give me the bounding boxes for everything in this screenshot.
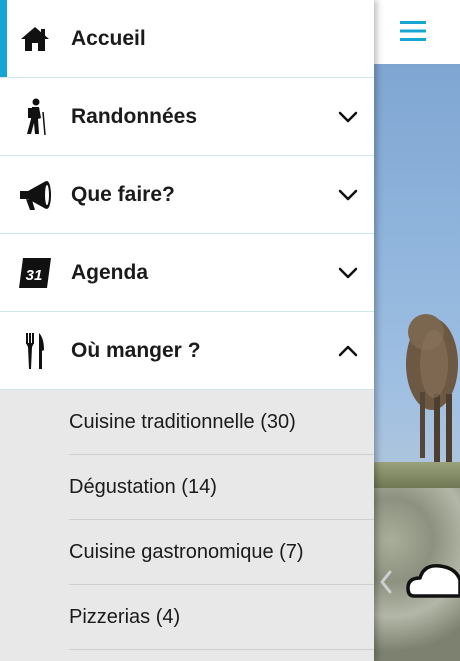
grass-strip (374, 462, 460, 488)
hiker-icon (14, 96, 56, 138)
app-screen: Accueil Randonnées Que faire? 31 Agenda … (0, 0, 460, 661)
navigation-drawer: Accueil Randonnées Que faire? 31 Agenda … (0, 0, 374, 661)
chevron-down-icon[interactable] (336, 105, 360, 129)
nav-item-accueil[interactable]: Accueil (0, 0, 374, 78)
nav-label-que-faire: Que faire? (71, 182, 175, 206)
fork-knife-icon (14, 330, 56, 372)
chevron-left-icon[interactable] (380, 570, 392, 594)
nav-label-agenda: Agenda (71, 260, 149, 284)
chamois-image (406, 314, 458, 466)
chevron-down-icon[interactable] (336, 183, 360, 207)
hamburger-icon[interactable] (400, 20, 426, 42)
nav-item-randonnees[interactable]: Randonnées (0, 78, 374, 156)
home-icon (14, 18, 56, 60)
nav-label-ou-manger: Où manger ? (71, 338, 201, 362)
submenu-item-cuisine-traditionnelle[interactable]: Cuisine traditionnelle (30) (69, 390, 374, 455)
cloud-icon (406, 564, 460, 598)
nav-item-agenda[interactable]: 31 Agenda (0, 234, 374, 312)
chevron-up-icon[interactable] (336, 339, 360, 363)
calendar-day-text: 31 (26, 267, 43, 284)
submenu-ou-manger: Cuisine traditionnelle (30) Dégustation … (0, 390, 374, 661)
hero-photo (374, 64, 460, 488)
nav-label-accueil: Accueil (71, 26, 146, 50)
megaphone-icon (14, 174, 56, 216)
calendar-icon: 31 (14, 252, 56, 294)
chevron-down-icon[interactable] (336, 261, 360, 285)
nav-item-ou-manger[interactable]: Où manger ? (0, 312, 374, 390)
submenu-item-pizzerias[interactable]: Pizzerias (4) (69, 585, 374, 650)
submenu-item-cuisine-gastronomique[interactable]: Cuisine gastronomique (7) (69, 520, 374, 585)
nav-item-que-faire[interactable]: Que faire? (0, 156, 374, 234)
weather-widget (380, 564, 460, 598)
submenu-item-degustation[interactable]: Dégustation (14) (69, 455, 374, 520)
nav-label-randonnees: Randonnées (71, 104, 198, 128)
